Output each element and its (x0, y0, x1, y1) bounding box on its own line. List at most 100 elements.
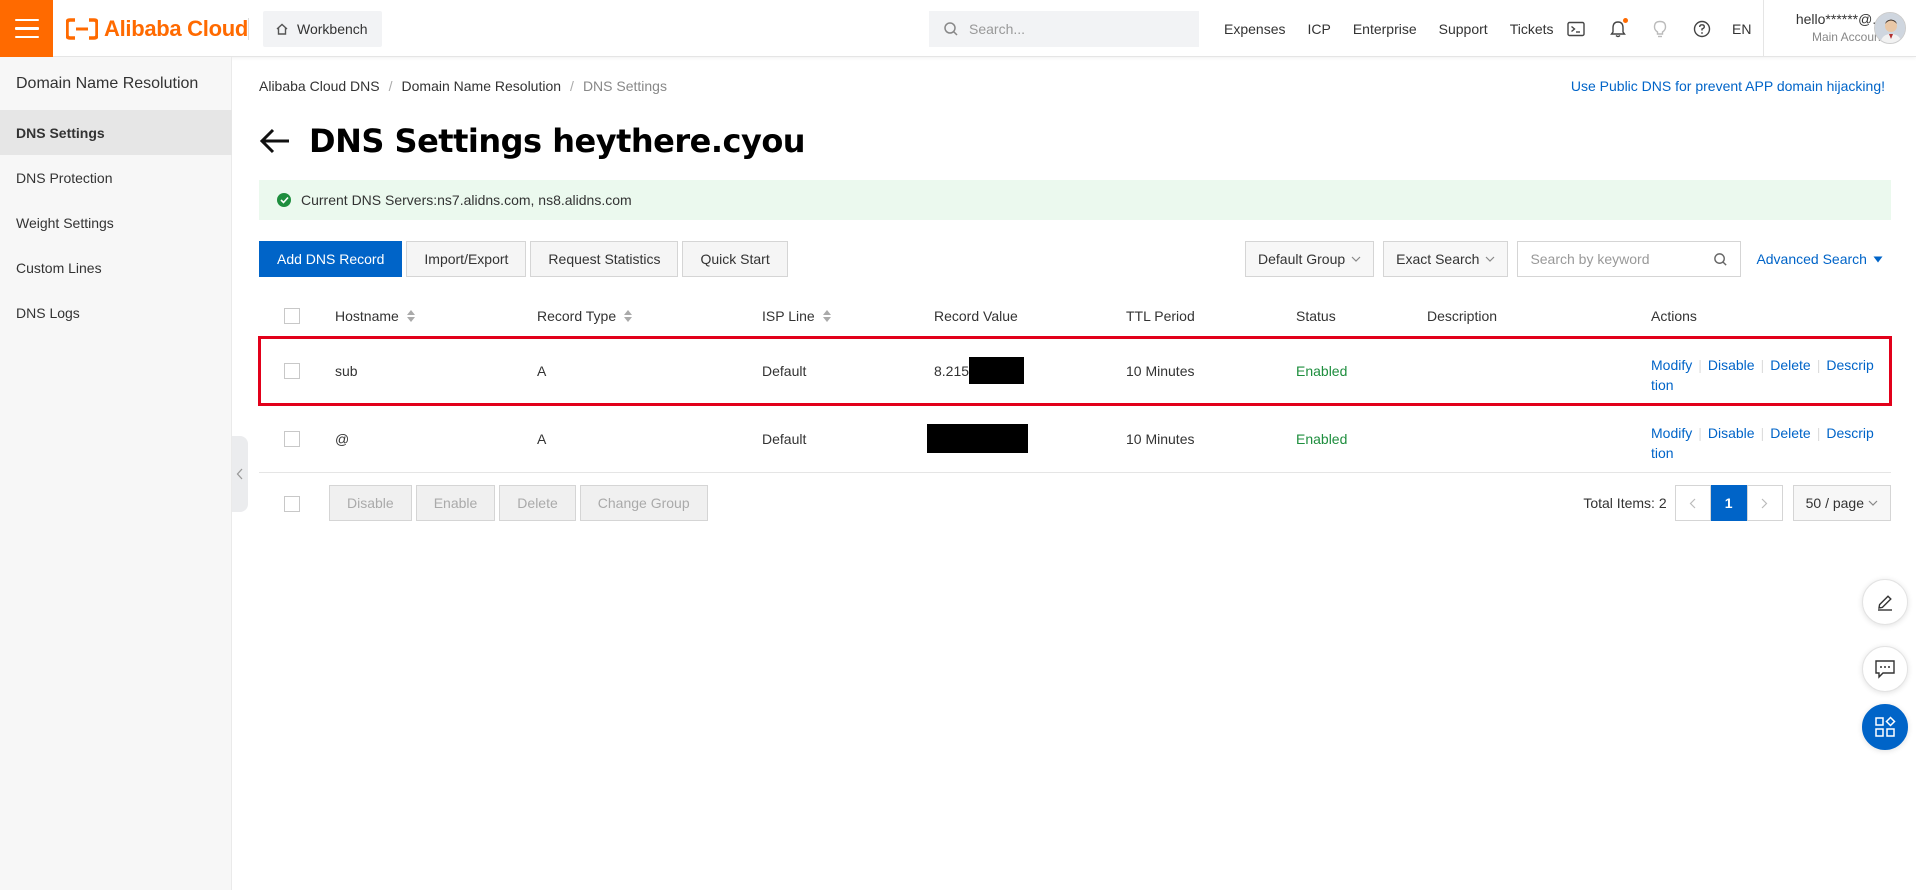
lightbulb-icon[interactable] (1650, 19, 1670, 39)
filter-bar: Default Group Exact Search Search by key… (1245, 241, 1883, 277)
column-label: Record Type (537, 307, 617, 324)
sidebar-item-label: DNS Logs (16, 304, 80, 321)
terminal-icon[interactable] (1566, 19, 1586, 39)
search-icon[interactable] (1713, 252, 1728, 267)
change-group-button[interactable]: Change Group (579, 485, 708, 521)
alibaba-cloud-logo[interactable]: Alibaba Cloud (66, 14, 248, 44)
description-link[interactable]: Descrip (1826, 425, 1873, 441)
nav-icp[interactable]: ICP (1307, 21, 1330, 37)
ttl-cell: 10 Minutes (1126, 430, 1195, 447)
search-mode-value: Exact Search (1396, 251, 1480, 267)
record-value-cell (927, 405, 1028, 472)
status-cell: Enabled (1296, 362, 1348, 379)
breadcrumb-item[interactable]: Alibaba Cloud DNS (259, 78, 380, 94)
select-all-checkbox[interactable] (284, 295, 300, 336)
workbench-button[interactable]: Workbench (263, 11, 382, 47)
sidebar-item-dns-logs[interactable]: DNS Logs (0, 290, 232, 335)
column-record-type[interactable]: Record Type (537, 295, 633, 336)
request-statistics-button[interactable]: Request Statistics (530, 241, 679, 277)
pencil-icon (1878, 595, 1892, 611)
sidebar-item-weight-settings[interactable]: Weight Settings (0, 200, 232, 245)
top-bar: Alibaba Cloud Workbench Search... Expens… (0, 0, 1916, 57)
bell-icon[interactable] (1608, 17, 1628, 39)
nav-support[interactable]: Support (1439, 21, 1488, 37)
page-number-button[interactable]: 1 (1710, 485, 1747, 521)
column-ttl: TTL Period (1126, 307, 1195, 324)
sort-icon[interactable] (822, 309, 831, 322)
check-circle-icon (277, 193, 291, 207)
public-dns-promo-link[interactable]: Use Public DNS for prevent APP domain hi… (1571, 78, 1885, 94)
delete-link[interactable]: Delete (1770, 425, 1810, 441)
prev-page-button[interactable] (1674, 485, 1711, 521)
sort-icon[interactable] (406, 309, 415, 322)
bulk-delete-button[interactable]: Delete (499, 485, 576, 521)
add-dns-record-button[interactable]: Add DNS Record (259, 241, 403, 277)
nav-expenses[interactable]: Expenses (1224, 21, 1285, 37)
keyword-search-input[interactable]: Search by keyword (1517, 241, 1742, 277)
description-link-wrap[interactable]: tion (1651, 377, 1674, 393)
row-checkbox[interactable] (284, 337, 300, 404)
sidebar-item-dns-settings[interactable]: DNS Settings (0, 110, 232, 155)
menu-icon[interactable] (0, 0, 53, 57)
separator: | (1698, 357, 1702, 373)
divider (1763, 0, 1764, 57)
isp-line-cell: Default (762, 430, 807, 447)
bulk-select-checkbox[interactable] (284, 496, 300, 512)
breadcrumb-item[interactable]: Domain Name Resolution (402, 78, 562, 94)
description-link[interactable]: Descrip (1826, 357, 1873, 373)
group-select[interactable]: Default Group (1245, 241, 1375, 277)
table-row: @ A Default 10 Minutes Enabled Modify | Di… (259, 405, 1891, 473)
dns-records-table: Hostname Record Type ISP Line Record Val… (258, 295, 1892, 473)
pagination: Total Items: 2 1 50 / page (1583, 485, 1891, 521)
chevron-down-icon (1868, 500, 1878, 506)
chevron-left-icon (1689, 498, 1696, 508)
chat-button[interactable] (1862, 646, 1908, 692)
page-size-value: 50 / page (1805, 495, 1864, 511)
page-title: DNS Settings heythere.cyou (309, 122, 806, 160)
column-status: Status (1296, 307, 1336, 324)
global-search-input[interactable]: Search... (929, 11, 1199, 47)
sidebar-item-dns-protection[interactable]: DNS Protection (0, 155, 232, 200)
sidebar-item-custom-lines[interactable]: Custom Lines (0, 245, 232, 290)
row-checkbox[interactable] (284, 405, 300, 472)
record-toolbar: Add DNS Record Import/Export Request Sta… (259, 241, 788, 277)
record-type-cell: A (537, 430, 547, 447)
record-value-text: 8.215 (934, 362, 970, 379)
back-arrow-icon[interactable] (259, 127, 291, 155)
account-menu[interactable]: hello******@... Main Account (1774, 10, 1884, 46)
sidebar-collapse-handle[interactable] (232, 436, 248, 512)
apps-button[interactable] (1862, 704, 1908, 750)
nav-tickets[interactable]: Tickets (1510, 21, 1554, 37)
delete-link[interactable]: Delete (1770, 357, 1810, 373)
help-icon[interactable] (1692, 19, 1712, 39)
disable-link[interactable]: Disable (1708, 425, 1755, 441)
modify-link[interactable]: Modify (1651, 425, 1692, 441)
sort-icon[interactable] (624, 309, 633, 322)
avatar[interactable] (1874, 12, 1906, 44)
table-header: Hostname Record Type ISP Line Record Val… (259, 295, 1891, 337)
quick-start-button[interactable]: Quick Start (682, 241, 788, 277)
modify-link[interactable]: Modify (1651, 357, 1692, 373)
language-switch[interactable]: EN (1732, 0, 1751, 57)
bulk-enable-button[interactable]: Enable (415, 485, 496, 521)
page-size-select[interactable]: 50 / page (1792, 485, 1891, 521)
search-mode-select[interactable]: Exact Search (1383, 241, 1509, 277)
import-export-button[interactable]: Import/Export (406, 241, 527, 277)
nav-enterprise[interactable]: Enterprise (1353, 21, 1417, 37)
sidebar-item-label: Custom Lines (16, 259, 102, 276)
next-page-button[interactable] (1746, 485, 1783, 521)
column-hostname[interactable]: Hostname (335, 295, 415, 336)
bulk-disable-button[interactable]: Disable (329, 485, 412, 521)
disable-link[interactable]: Disable (1708, 357, 1755, 373)
separator: | (1760, 425, 1765, 441)
column-isp-line[interactable]: ISP Line (762, 295, 831, 336)
title-bar: DNS Settings heythere.cyou (259, 122, 806, 160)
table-footer: Disable Enable Delete Change Group Total… (259, 485, 1891, 525)
home-icon (276, 23, 288, 35)
search-icon (944, 22, 958, 36)
edit-feedback-button[interactable] (1862, 579, 1908, 625)
dns-servers-banner: Current DNS Servers:ns7.alidns.com, ns8.… (259, 180, 1891, 220)
description-link-wrap[interactable]: tion (1651, 445, 1674, 461)
sidebar-item-label: DNS Settings (16, 124, 105, 141)
advanced-search-link[interactable]: Advanced Search (1756, 251, 1883, 267)
